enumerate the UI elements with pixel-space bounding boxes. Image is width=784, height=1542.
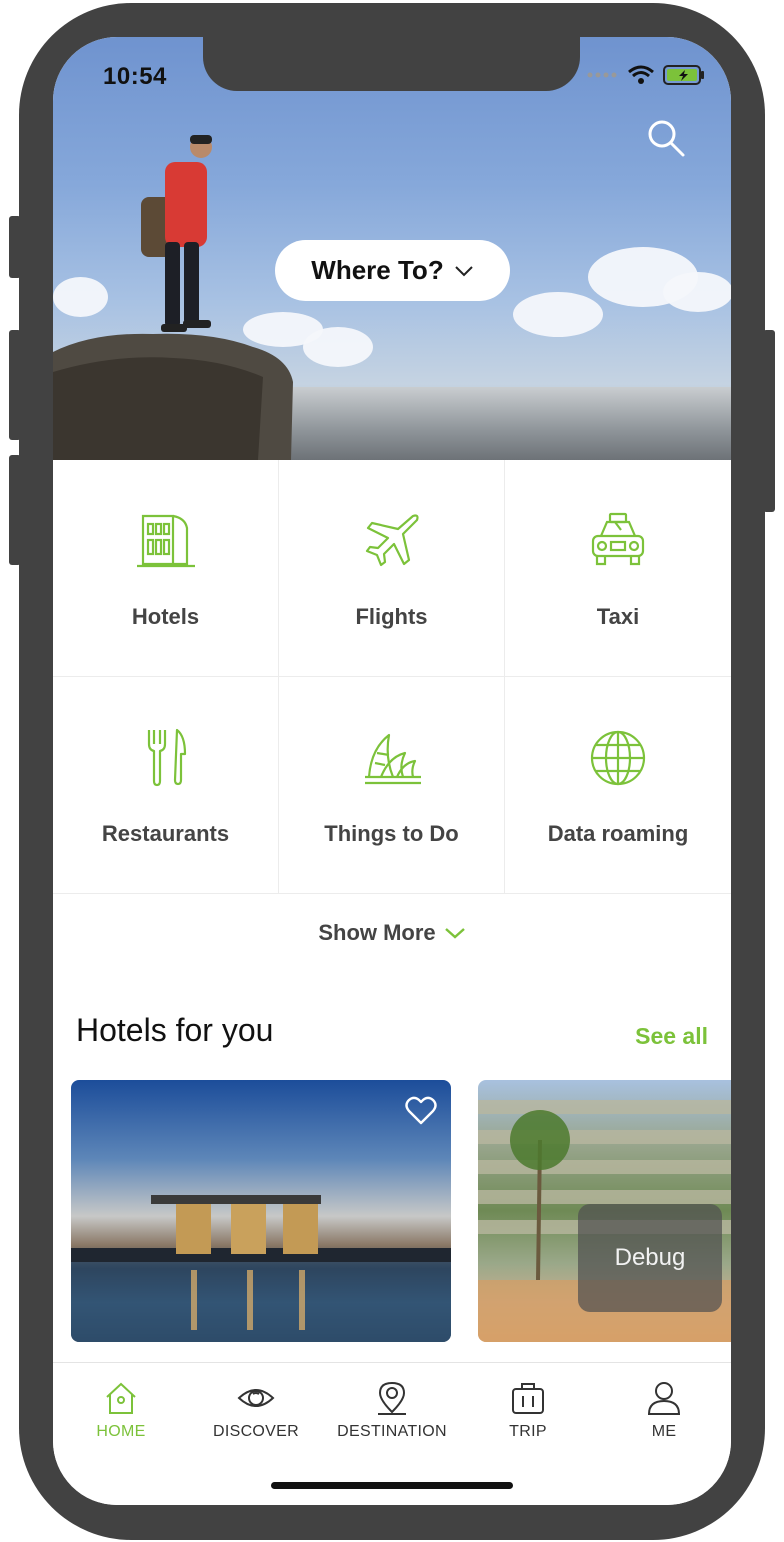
category-label: Flights: [355, 604, 428, 629]
category-data-roaming[interactable]: Data roaming: [505, 677, 731, 894]
category-label: Hotels: [131, 604, 200, 629]
notch: [203, 37, 580, 91]
tab-discover[interactable]: DISCOVER: [191, 1363, 321, 1453]
show-more-label: Show More: [318, 920, 436, 945]
chevron-down-icon: [454, 265, 473, 276]
battery-icon: [663, 65, 704, 85]
tab-home[interactable]: HOME: [56, 1363, 186, 1453]
hotel-card[interactable]: [71, 1080, 451, 1342]
tab-trip-label: TRIP: [509, 1423, 547, 1440]
see-all-link[interactable]: See all: [635, 1023, 708, 1050]
tab-destination-label: DESTINATION: [337, 1423, 447, 1440]
opera-house-icon: [364, 733, 421, 785]
debug-button[interactable]: Debug: [578, 1204, 722, 1312]
fork-knife-icon: [147, 728, 186, 787]
where-to-label: Where To?: [311, 255, 444, 285]
heart-icon[interactable]: [405, 1096, 437, 1126]
tab-destination[interactable]: DESTINATION: [327, 1363, 457, 1453]
home-icon: [106, 1382, 136, 1414]
user-icon: [647, 1382, 681, 1415]
category-things-to-do[interactable]: Things to Do: [279, 677, 505, 894]
category-taxi[interactable]: Taxi: [505, 460, 731, 677]
category-grid: Hotels Flights Taxi Restaurants Things t…: [53, 460, 731, 894]
hero-banner: Where To?: [53, 37, 731, 460]
chevron-down-icon: [444, 928, 465, 939]
category-label: Taxi: [596, 604, 640, 629]
taxi-icon: [591, 512, 645, 566]
signal-icon: [587, 72, 617, 78]
hotel-photo-marina-bay: [71, 1195, 451, 1342]
tab-discover-label: DISCOVER: [213, 1423, 299, 1440]
status-icons: [587, 65, 705, 85]
suitcase-icon: [512, 1383, 544, 1414]
category-flights[interactable]: Flights: [279, 460, 505, 677]
hotel-icon: [136, 514, 195, 568]
category-label: Restaurants: [101, 821, 230, 846]
map-pin-icon: [378, 1381, 406, 1415]
tab-me[interactable]: ME: [599, 1363, 729, 1453]
eye-icon: [237, 1389, 275, 1407]
airplane-icon: [365, 514, 419, 567]
tab-trip[interactable]: TRIP: [463, 1363, 593, 1453]
category-hotels[interactable]: Hotels: [53, 460, 279, 677]
category-label: Data roaming: [547, 821, 689, 846]
wifi-icon: [628, 65, 654, 84]
globe-icon: [590, 730, 646, 786]
where-to-button[interactable]: Where To?: [275, 240, 510, 301]
show-more-button[interactable]: Show More: [53, 915, 731, 951]
hiker-on-rock-image: [53, 135, 293, 460]
phone-screen: Where To? 10:54 Hotels Flights Taxi Rest…: [53, 37, 731, 1505]
search-icon[interactable]: [645, 117, 687, 159]
hotels-section-title: Hotels for you: [76, 1012, 274, 1048]
home-indicator: [271, 1482, 513, 1489]
category-restaurants[interactable]: Restaurants: [53, 677, 279, 894]
status-time: 10:54: [103, 63, 167, 90]
tab-home-label: HOME: [96, 1423, 146, 1440]
tab-me-label: ME: [651, 1423, 677, 1440]
category-label: Things to Do: [324, 821, 459, 846]
